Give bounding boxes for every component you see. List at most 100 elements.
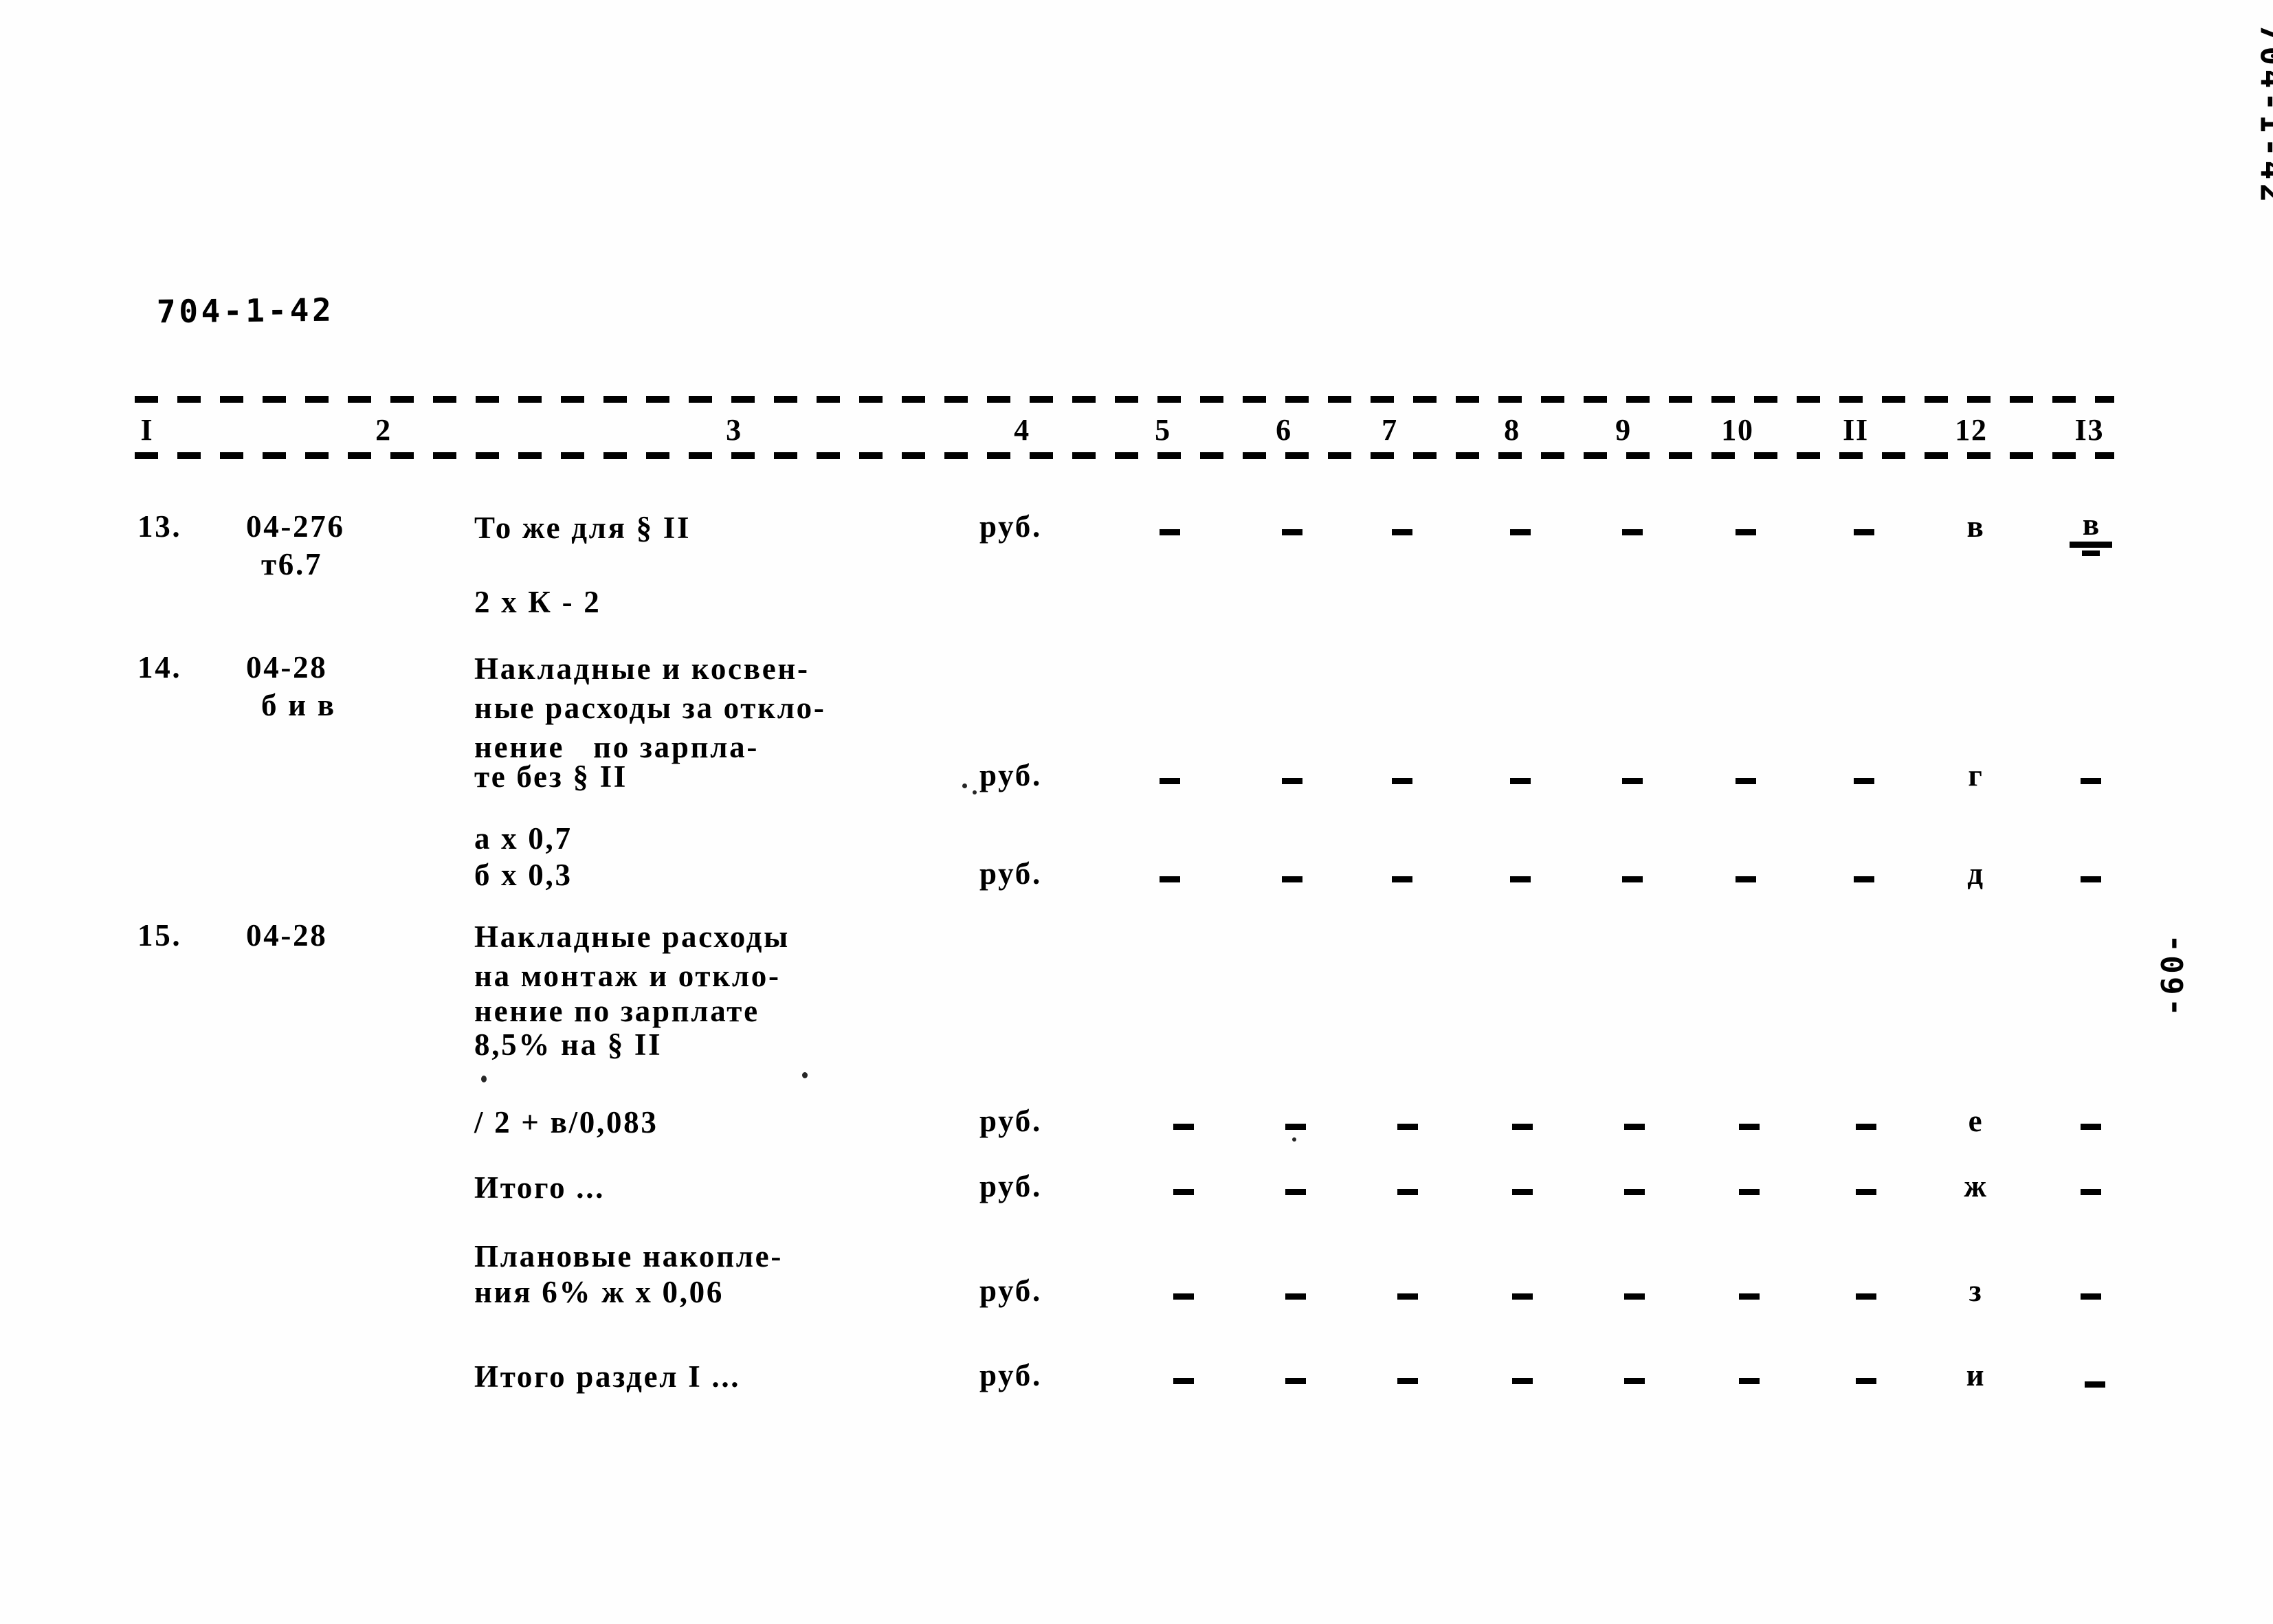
cell-dash-col11: [1856, 1293, 1876, 1300]
cell-dash-col7: [1392, 529, 1412, 535]
row-number: 14.: [137, 650, 182, 685]
row-code-line: 04-28: [246, 918, 328, 953]
cell-dash-col8: [1512, 1189, 1533, 1195]
cell-dash-col9: [1624, 1189, 1645, 1195]
column-header-13: I3: [2074, 413, 2105, 447]
cell-dash-col6: [1285, 1124, 1306, 1130]
cell-dash-col9: [1624, 1124, 1645, 1130]
cell-dash-col13: [2081, 1293, 2101, 1300]
scan-speck: [962, 783, 967, 788]
cell-dash-col10: [1739, 1293, 1760, 1300]
cell-dash-col13: [2085, 1381, 2105, 1388]
cell-dash-col6: [1282, 529, 1302, 535]
page-number: -60-: [2155, 931, 2191, 1016]
row-unit: руб.: [979, 509, 1042, 544]
scan-speck: [1292, 1137, 1296, 1142]
cell-dash-col13: [2081, 1124, 2101, 1130]
cell-dash-col6: [1282, 876, 1302, 882]
cell-dash-col10: [1736, 876, 1756, 882]
row-unit: руб.: [979, 1169, 1042, 1203]
cell-dash-col7: [1392, 778, 1412, 784]
cell-col12: е: [1968, 1104, 1984, 1138]
column-header-6: 6: [1276, 413, 1292, 447]
cell-dash-col5: [1173, 1189, 1194, 1195]
cell-dash-col9: [1624, 1293, 1645, 1300]
cell-dash-col9: [1622, 778, 1643, 784]
row-description: 8,5% на § II: [474, 1027, 663, 1062]
column-header-1: I: [140, 413, 154, 447]
cell-dash-col6: [1285, 1378, 1306, 1384]
cell-col13-numerator: в: [2082, 507, 2100, 542]
cell-dash-col13: [2081, 876, 2101, 882]
cell-dash-col10: [1739, 1189, 1760, 1195]
cell-dash-col9: [1622, 529, 1643, 535]
cell-dash-col5: [1160, 529, 1180, 535]
cell-dash-col11: [1856, 1189, 1876, 1195]
cell-dash-col7: [1397, 1293, 1418, 1300]
cell-dash-col13: [2081, 1189, 2101, 1195]
row-unit: руб.: [979, 758, 1042, 792]
cell-col12: з: [1969, 1273, 1984, 1308]
scan-speck: [802, 1072, 808, 1078]
row-description: те без § II: [474, 759, 628, 794]
cell-dash-col7: [1392, 876, 1412, 882]
row-label: Итого ...: [474, 1170, 606, 1205]
column-header-12: 12: [1955, 413, 1988, 447]
fraction-bar: [2070, 542, 2112, 548]
cell-dash-col11: [1856, 1378, 1876, 1384]
column-header-4: 4: [1014, 413, 1030, 447]
column-header-11: II: [1843, 413, 1869, 447]
cell-dash-col5: [1173, 1124, 1194, 1130]
row-description: Накладные и косвен-: [474, 652, 810, 686]
cell-dash-col10: [1739, 1124, 1760, 1130]
cell-dash-col11: [1854, 876, 1874, 882]
row-formula: / 2 + в/0,083: [474, 1105, 658, 1139]
column-header-7: 7: [1382, 413, 1398, 447]
row-description: ния 6% ж х 0,06: [474, 1275, 724, 1309]
side-margin-document-code: 704-I-42: [2254, 23, 2273, 206]
cell-col12: и: [1966, 1358, 1986, 1392]
cell-dash-col9: [1622, 876, 1643, 882]
row-description: Накладные расходы: [474, 920, 790, 954]
cell-dash-col9: [1624, 1378, 1645, 1384]
cell-dash-col7: [1397, 1378, 1418, 1384]
cell-dash-col6: [1282, 778, 1302, 784]
cell-dash-col11: [1854, 778, 1874, 784]
column-header-9: 9: [1615, 413, 1632, 447]
column-header-8: 8: [1504, 413, 1520, 447]
cell-dash-col7: [1397, 1189, 1418, 1195]
cell-dash-col8: [1510, 778, 1531, 784]
row-code-line: б и в: [261, 688, 336, 722]
row-description: на монтаж и откло-: [474, 959, 781, 993]
cell-col13-fraction: в: [2070, 507, 2112, 556]
row-unit: руб.: [979, 1358, 1042, 1392]
row-unit: руб.: [979, 856, 1042, 891]
cell-col12: ж: [1964, 1169, 1988, 1203]
column-header-3: 3: [726, 413, 742, 447]
row-formula: 2 х К - 2: [474, 585, 601, 619]
row-number: 13.: [137, 509, 182, 544]
cell-col12: в: [1966, 509, 1986, 544]
row-formula: б х 0,3: [474, 858, 573, 892]
row-code-line: т6.7: [261, 547, 323, 581]
cell-dash-col10: [1736, 529, 1756, 535]
column-header-5: 5: [1155, 413, 1171, 447]
cell-dash-col5: [1160, 876, 1180, 882]
cell-dash-col10: [1736, 778, 1756, 784]
cell-dash-col7: [1397, 1124, 1418, 1130]
row-code-line: 04-276: [246, 509, 345, 544]
scan-speck: [973, 790, 977, 794]
row-number: 15.: [137, 918, 182, 953]
row-label: Итого раздел I ...: [474, 1359, 741, 1394]
fraction-denominator-dash: [2082, 550, 2100, 556]
cell-dash-col11: [1854, 529, 1874, 535]
column-header-10: 10: [1721, 413, 1754, 447]
cell-dash-col8: [1510, 876, 1531, 882]
row-formula: а х 0,7: [474, 821, 573, 856]
cell-dash-col5: [1173, 1293, 1194, 1300]
document-code: 704-1-42: [156, 291, 335, 331]
row-description: ные расходы за откло-: [474, 691, 826, 725]
cell-dash-col6: [1285, 1293, 1306, 1300]
cell-dash-col8: [1512, 1378, 1533, 1384]
scan-speck: [481, 1076, 487, 1082]
